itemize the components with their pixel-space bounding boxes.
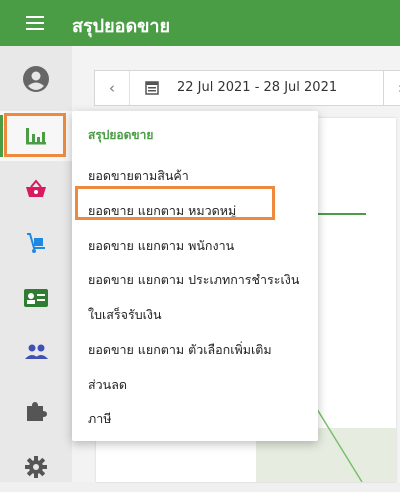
report-menu-header: สรุปยอดขาย	[88, 128, 154, 142]
menu-item-sales-by-employee[interactable]: ยอดขาย แยกตาม พนักงาน	[88, 236, 234, 256]
menu-item-sales-by-payment-type[interactable]: ยอดขาย แยกตาม ประเภทการชำระเงิน	[88, 270, 299, 290]
people-icon	[25, 344, 48, 359]
gear-icon	[25, 456, 47, 478]
sidebar-item-account[interactable]	[0, 54, 72, 104]
sidebar-item-integrations[interactable]	[0, 386, 72, 436]
puzzle-icon	[27, 402, 47, 421]
account-circle-icon	[23, 66, 49, 92]
page-title: สรุปยอดขาย	[72, 16, 171, 37]
sidebar-item-inventory[interactable]	[0, 218, 72, 268]
app-header: สรุปยอดขาย	[0, 0, 400, 46]
tab-underline	[316, 213, 366, 215]
next-period-button[interactable]: ›	[383, 70, 400, 106]
date-range-text[interactable]: 22 Jul 2021 - 28 Jul 2021	[177, 80, 337, 95]
menu-item-discounts[interactable]: ส่วนลด	[88, 375, 127, 395]
previous-period-button[interactable]: ‹	[95, 71, 130, 105]
sidebar-item-settings[interactable]	[0, 442, 72, 492]
hand-truck-icon	[27, 233, 45, 253]
calendar-icon	[145, 81, 159, 95]
hamburger-menu-icon[interactable]	[22, 14, 48, 32]
sidebar-item-customers[interactable]	[0, 273, 72, 323]
basket-icon	[26, 179, 46, 197]
active-item-highlight	[4, 113, 66, 157]
sidebar	[0, 46, 72, 482]
report-menu: สรุปยอดขาย ยอดขายตามสินค้า ยอดขาย แยกตาม…	[72, 111, 318, 441]
menu-item-receipts[interactable]: ใบเสร็จรับเงิน	[88, 305, 162, 325]
menu-item-sales-by-modifier[interactable]: ยอดขาย แยกตาม ตัวเลือกเพิ่มเติม	[88, 340, 272, 360]
id-card-icon	[24, 289, 48, 307]
menu-item-highlight	[75, 186, 275, 220]
menu-item-taxes[interactable]: ภาษี	[88, 409, 112, 429]
sidebar-item-sales[interactable]	[0, 164, 72, 214]
menu-item-sales-by-product[interactable]: ยอดขายตามสินค้า	[88, 166, 189, 186]
date-range-picker: ‹ 22 Jul 2021 - 28 Jul 2021 ›	[94, 70, 400, 106]
sidebar-item-employees[interactable]	[0, 326, 72, 376]
